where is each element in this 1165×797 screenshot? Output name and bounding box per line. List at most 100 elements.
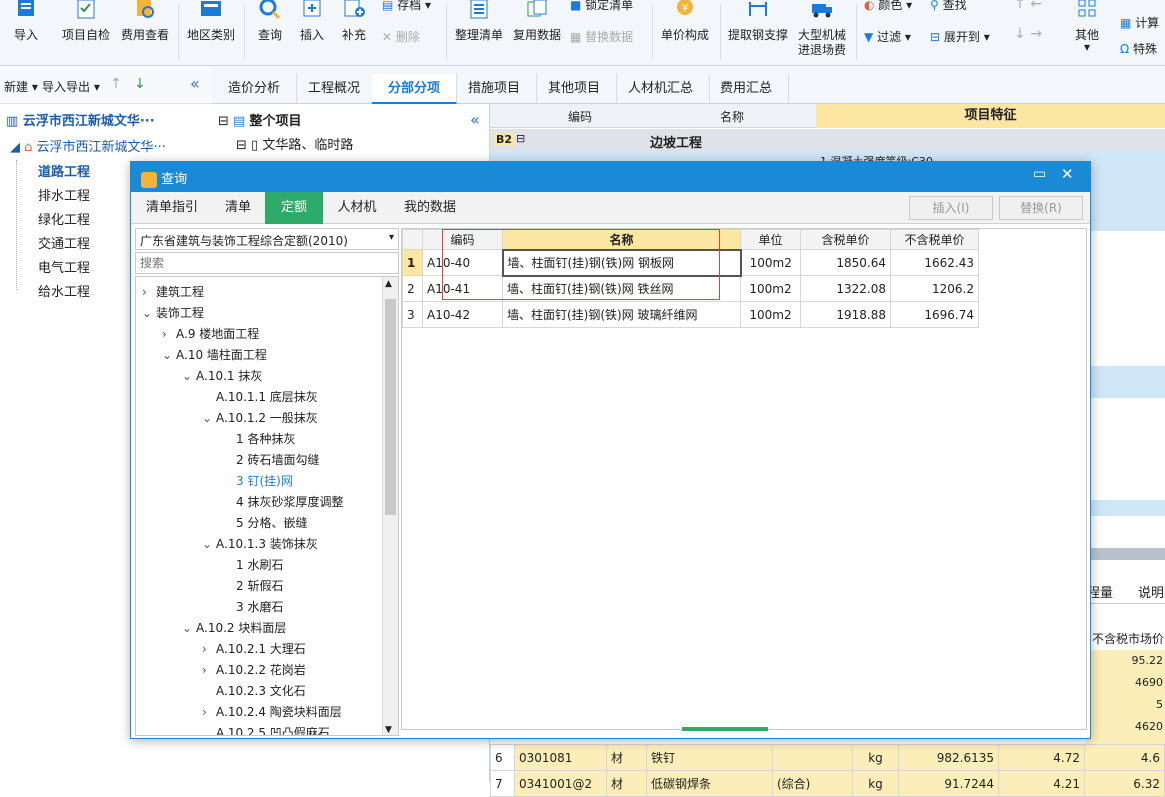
chevron-down-icon[interactable]: ⌄ [202,537,216,551]
tree-node[interactable]: › A.10.2.4 陶瓷块料面层 [202,703,342,720]
extract-support-button[interactable]: 提取钢支撑 [724,0,792,66]
tab-labor-material[interactable]: 人材机 [325,192,389,224]
tab-description[interactable]: 说明 [1138,582,1164,601]
tree-node[interactable]: A.10.2.3 文化石 [202,682,306,699]
tab-list-guide[interactable]: 清单指引 [131,192,213,224]
collapse-panel-icon[interactable]: « [190,74,200,93]
tree-scrollbar[interactable]: ▲ ▼ [382,277,398,735]
tree-sub-project[interactable]: ◢ ⌂ 云浮市西江新城文华··· [10,136,166,155]
tree-node[interactable]: 4 抹灰砂浆厚度调整 [222,493,343,510]
chevron-down-icon[interactable]: ⌄ [182,369,196,383]
table-row[interactable]: 7 0341001@2 材 低碳钢焊条 (综合) kg 91.7244 4.21… [490,770,1165,797]
tab-labor-material-summary[interactable]: 人材机汇总 [612,74,711,104]
tab-other-items[interactable]: 其他项目 [532,74,618,104]
tree-node[interactable]: 3 钉(挂)网 [222,472,293,489]
chevron-down-icon[interactable]: ⌄ [182,621,196,635]
tree-item-traffic[interactable]: 交通工程 [38,233,90,252]
tree-node[interactable]: 5 分格、嵌缝 [222,514,307,531]
tab-quota[interactable]: 定额 [265,192,323,224]
new-button[interactable]: 新建 ▾ [4,78,38,95]
b2-row[interactable]: B2 ⊟ 边坡工程 [490,129,1165,151]
tree-node[interactable]: 2 砖石墙面勾缝 [222,451,319,468]
replace-button[interactable]: 替换(R) [999,196,1083,220]
filter-button[interactable]: ▼ 过滤 ▾ [864,28,911,45]
chevron-right-icon[interactable]: › [202,705,216,719]
delete-button[interactable]: ✕ 删除 [382,28,420,45]
tree-project-root[interactable]: ▥ 云浮市西江新城文华··· [6,110,155,129]
import-button[interactable]: 导入 [6,0,46,66]
move-down-button[interactable]: ↓ → [1014,26,1042,42]
chevron-right-icon[interactable]: › [162,327,176,341]
tree-node[interactable]: ⌄ A.10.1.2 一般抹灰 [202,409,318,426]
tree-node[interactable]: 1 各种抹灰 [222,430,295,447]
chevron-down-icon[interactable]: ⌄ [202,411,216,425]
tree-node[interactable]: › 建筑工程 [142,283,204,300]
tree-item-electric[interactable]: 电气工程 [38,257,90,276]
insert-button[interactable]: 插入 [292,0,332,66]
tree-node[interactable]: › A.10.2.2 花岗岩 [202,661,306,678]
tree-node[interactable]: ⌄ A.10.2 块料面层 [182,619,286,636]
expand-to-button[interactable]: ⊟ 展开到 ▾ [930,28,990,45]
tree-whole-project[interactable]: ⊟ ▤ 整个项目 [218,110,301,129]
special-char-button[interactable]: Ω 特殊 [1120,40,1157,57]
other-button[interactable]: 其他 ▾ [1068,0,1106,66]
tree-node[interactable]: 3 水磨石 [222,598,283,615]
scrollbar-thumb[interactable] [385,299,396,515]
tab-fee-summary[interactable]: 费用汇总 [704,74,790,104]
move-up-arrow-icon[interactable]: ↑ [110,76,122,92]
tree-item-greening[interactable]: 绿化工程 [38,209,90,228]
tree-node[interactable]: › A.10.2.1 大理石 [202,640,306,657]
tab-list[interactable]: 清单 [213,192,263,224]
tree-node[interactable]: 1 水刷石 [222,556,283,573]
tree-node[interactable]: ⌄ A.10 墙柱面工程 [162,346,267,363]
tree-node[interactable]: › A.9 楼地面工程 [162,325,259,342]
maximize-icon[interactable]: ▭ [1033,166,1046,182]
tab-measures[interactable]: 措施项目 [452,74,538,104]
sort-list-button[interactable]: 整理清单 [452,0,506,66]
find-button[interactable]: ⚲ 查找 [930,0,967,13]
collapse-toggle-icon[interactable]: ⊟ [516,132,525,145]
tree-road-node[interactable]: ⊟ ▯ 文华路、临时路 [236,134,353,153]
lock-list-button[interactable]: ■ 锁定清单 [570,0,633,13]
chevron-right-icon[interactable]: › [202,642,216,656]
chevron-down-icon[interactable]: ⌄ [162,348,176,362]
scroll-up-icon[interactable]: ▲ [385,279,392,289]
tab-sub-items[interactable]: 分部分项 [372,74,458,104]
query-button[interactable]: 查询 [250,0,290,66]
insert-button[interactable]: 插入(I) [909,196,993,220]
quota-select[interactable]: 广东省建筑与装饰工程综合定额(2010) ▾ [135,228,399,250]
tree-node[interactable]: ⌄ 装饰工程 [142,304,204,321]
large-machine-button[interactable]: 大型机械 进退场费 [794,0,850,66]
tree-node[interactable]: A.10.1.1 底层抹灰 [202,388,318,405]
calc-button[interactable]: ▦ 计算 [1120,14,1159,31]
collapse-tree-icon[interactable]: « [470,110,480,129]
fee-view-button[interactable]: 费用查看 [118,0,172,66]
self-check-button[interactable]: 项目自检 [58,0,114,66]
tree-node[interactable]: A.10.2.5 凹凸假麻石 [202,724,330,735]
reuse-data-button[interactable]: 复用数据 [510,0,564,66]
resize-handle[interactable] [682,727,768,731]
table-row[interactable]: 6 0301081 材 铁钉 kg 982.6135 4.72 4.6 [490,744,1165,771]
tree-item-road[interactable]: 道路工程 [38,161,90,180]
tab-cost-analysis[interactable]: 造价分析 [212,74,298,104]
import-export-button[interactable]: 导入导出 ▾ [42,78,100,95]
tree-item-drainage[interactable]: 排水工程 [38,185,90,204]
tree-item-water[interactable]: 给水工程 [38,281,90,300]
chevron-right-icon[interactable]: › [202,663,216,677]
tree-node[interactable]: ⌄ A.10.1.3 装饰抹灰 [202,535,318,552]
color-button[interactable]: ◐ 颜色 ▾ [864,0,912,13]
move-up-button[interactable]: ↑ ← [1014,0,1042,12]
tree-node[interactable]: ⌄ A.10.1 抹灰 [182,367,262,384]
supplement-button[interactable]: 补充 [334,0,374,66]
replace-data-button[interactable]: ▦ 替换数据 [570,28,633,45]
tree-node[interactable]: 2 斩假石 [222,577,283,594]
tab-my-data[interactable]: 我的数据 [391,192,469,224]
move-down-arrow-icon[interactable]: ↓ [134,76,146,92]
tab-overview[interactable]: 工程概况 [292,74,378,104]
scroll-down-icon[interactable]: ▼ [385,725,392,735]
unit-price-button[interactable]: ¥ 单价构成 [656,0,714,66]
region-button[interactable]: 地区类别 [184,0,238,66]
save-button[interactable]: ▤ 存档 ▾ [382,0,431,13]
chevron-right-icon[interactable]: › [142,285,156,299]
table-row[interactable]: 3 A10-42 墙、柱面钉(挂)钢(铁)网 玻璃纤维网 100m2 1918.… [402,301,979,328]
